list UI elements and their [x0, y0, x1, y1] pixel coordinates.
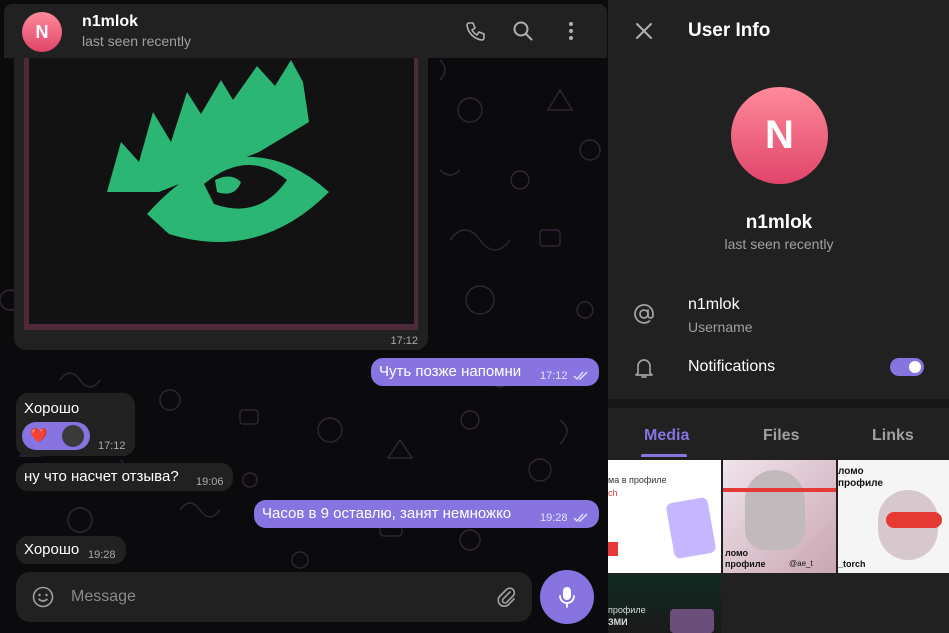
image-frame	[24, 52, 418, 330]
thumbnail-graphic	[723, 488, 836, 492]
message-time: 19:28	[88, 549, 116, 561]
attach-icon[interactable]	[495, 586, 517, 608]
panel-title: User Info	[688, 20, 771, 41]
thumbnail-caption: профиле	[725, 559, 766, 569]
message-incoming[interactable]: Хорошо ❤️ 17:12	[16, 393, 135, 456]
media-thumbnail[interactable]: профиле ЗМИ	[608, 575, 721, 633]
profile-name: n1mlok	[745, 212, 813, 233]
thumbnail-caption: ch	[608, 488, 618, 498]
thumbnail-graphic	[886, 512, 942, 528]
message-time: 17:12	[98, 440, 126, 452]
profile-avatar[interactable]: N	[731, 87, 828, 184]
thumbnail-graphic	[670, 609, 714, 633]
more-vertical-icon	[569, 22, 573, 40]
message-text: Часов в 9 оставлю, занят немножко	[262, 505, 512, 522]
microphone-icon	[559, 587, 575, 608]
chat-header[interactable]: N n1mlok last seen recently	[4, 4, 607, 58]
bell-icon	[632, 356, 656, 380]
thumbnail-graphic	[608, 542, 618, 556]
tab-media[interactable]: Media	[644, 427, 689, 445]
at-sign-icon	[632, 302, 656, 326]
thumbnail-caption: профиле	[608, 605, 646, 615]
tab-files[interactable]: Files	[763, 427, 799, 445]
thumbnail-caption: ломо	[725, 548, 749, 558]
chat-pane: 17:12 Чуть позже напомни 17:12 Хорошо ❤️…	[0, 0, 607, 633]
toggle-knob	[907, 359, 923, 375]
media-thumbnail[interactable]: ломо профиле _torch	[838, 460, 949, 573]
message-time: 17:12	[540, 370, 568, 382]
message-input[interactable]: Message	[71, 588, 136, 606]
thumbnail-caption: ЗМИ	[608, 617, 628, 627]
reactor-avatar	[62, 425, 84, 447]
username-value: n1mlok	[688, 296, 740, 313]
thumbnail-caption: _torch	[838, 559, 866, 569]
emoji-icon[interactable]	[32, 586, 54, 608]
voice-record-button[interactable]	[540, 570, 594, 624]
double-check-icon	[573, 513, 588, 523]
notifications-toggle[interactable]	[890, 358, 924, 376]
profile-status: last seen recently	[724, 236, 834, 252]
section-divider	[608, 399, 949, 408]
more-button[interactable]	[558, 18, 584, 44]
message-text: Хорошо	[24, 400, 80, 417]
close-button[interactable]	[632, 19, 656, 43]
thumbnail-caption: профиле	[838, 478, 883, 489]
media-thumbnail[interactable]: ломо профиле @ae_t	[723, 460, 836, 573]
phone-icon	[466, 22, 485, 41]
eye-logo-image[interactable]	[29, 52, 414, 324]
media-thumbnail[interactable]: ма в профиле ch	[608, 460, 721, 573]
call-button[interactable]	[462, 18, 488, 44]
heart-reaction-icon: ❤️	[30, 427, 48, 443]
message-outgoing[interactable]: Часов в 9 оставлю, занят немножко 19:28	[254, 500, 599, 528]
username-row[interactable]: n1mlok Username	[608, 288, 949, 344]
chat-title[interactable]: n1mlok	[82, 13, 138, 31]
thumbnail-caption: ма в профиле	[608, 475, 667, 485]
thumbnail-graphic	[745, 470, 805, 550]
thumbnail-caption: ломо	[838, 466, 864, 477]
chat-status: last seen recently	[82, 33, 191, 49]
notifications-label: Notifications	[688, 358, 776, 375]
message-text: Чуть позже напомни	[379, 363, 522, 380]
message-time: 19:28	[540, 512, 568, 524]
thumbnail-caption: @ae_t	[789, 559, 813, 568]
message-time: 19:06	[196, 476, 224, 488]
close-icon	[636, 23, 652, 39]
avatar[interactable]: N	[22, 12, 62, 52]
image-message[interactable]: 17:12	[14, 52, 428, 350]
reactions-badge[interactable]: ❤️	[22, 422, 90, 450]
message-incoming[interactable]: Хорошо 19:28	[16, 536, 126, 564]
active-tab-indicator	[641, 454, 687, 457]
eye-logo-graphic	[107, 60, 329, 242]
message-text: ну что насчет отзыва?	[24, 468, 179, 485]
tab-links[interactable]: Links	[872, 427, 914, 445]
username-label: Username	[688, 319, 753, 335]
image-message-time: 17:12	[390, 335, 418, 347]
message-outgoing[interactable]: Чуть позже напомни 17:12	[371, 358, 599, 386]
message-text: Хорошо	[24, 541, 80, 558]
thumbnail-graphic	[665, 496, 717, 560]
search-button[interactable]	[510, 18, 536, 44]
message-composer[interactable]: Message	[16, 572, 532, 622]
user-info-panel: User Info N n1mlok last seen recently n1…	[607, 0, 949, 633]
double-check-icon	[573, 371, 588, 381]
message-incoming[interactable]: ну что насчет отзыва? 19:06	[16, 463, 233, 491]
search-icon	[513, 21, 533, 41]
